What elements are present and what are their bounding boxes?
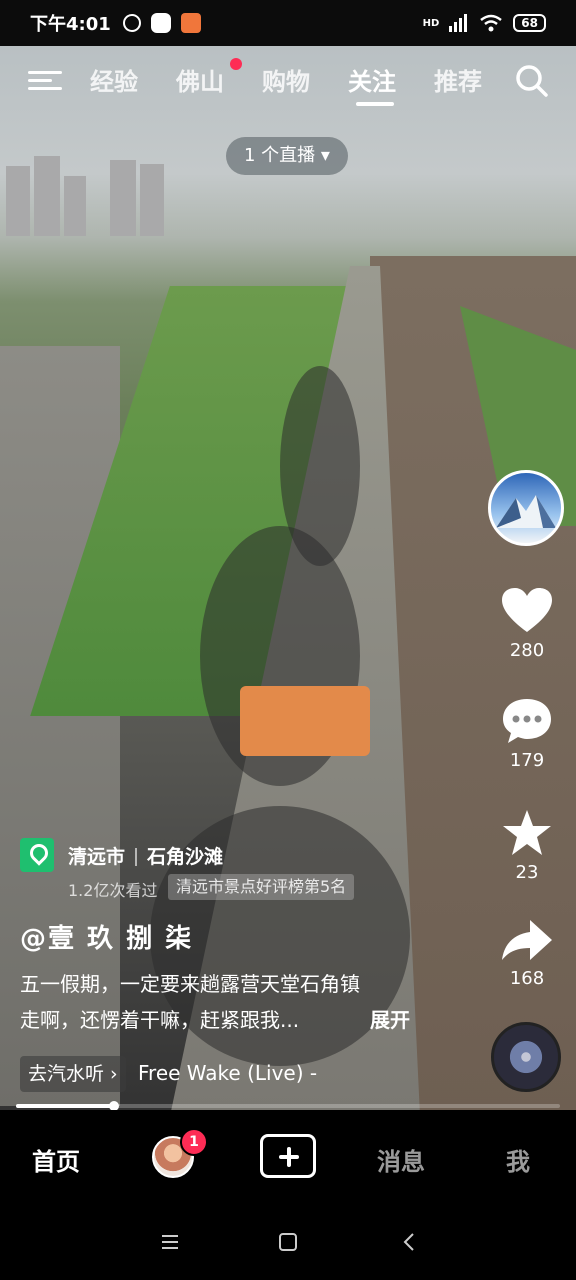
notification-badge: 1 xyxy=(180,1128,208,1156)
tab-home[interactable]: 首页 xyxy=(32,1142,80,1177)
battery-indicator: 68 xyxy=(513,14,546,32)
author-name[interactable]: @壹 玖 捌 柒 xyxy=(20,918,193,955)
tab-foshan[interactable]: 佛山 xyxy=(176,62,224,97)
orange-van xyxy=(240,686,370,756)
like-button[interactable]: 280 xyxy=(497,586,557,661)
star-icon xyxy=(503,810,551,855)
location-rank-badge[interactable]: 清远市景点好评榜第5名 xyxy=(168,874,355,900)
music-disc[interactable] xyxy=(491,1022,561,1092)
signal-icon xyxy=(449,14,468,32)
location-city: 清远市 xyxy=(68,845,126,868)
location-place: 石角沙滩 xyxy=(147,845,224,868)
share-icon xyxy=(502,920,552,960)
menu-icon[interactable] xyxy=(28,66,62,94)
tab-following[interactable]: 关注 xyxy=(348,62,396,97)
system-nav-bar xyxy=(0,1206,576,1280)
network-type: HD xyxy=(422,17,440,29)
description-line-2: 走啊，还愣着干嘛，赶紧跟我... xyxy=(20,1008,300,1032)
music-title[interactable]: Free Wake (Live) - xyxy=(138,1061,317,1085)
location-views: 1.2亿次看过 xyxy=(68,881,158,900)
mountain-avatar-image xyxy=(496,495,556,528)
city-skyline xyxy=(0,136,200,236)
comment-icon xyxy=(503,699,551,743)
top-nav: 经验 佛山 购物 关注 推荐 xyxy=(0,56,576,106)
favorite-count: 23 xyxy=(515,862,539,883)
tab-foshan-dot xyxy=(230,58,242,70)
heart-icon xyxy=(502,588,552,632)
listen-on-qishui-button[interactable]: 去汽水听 › xyxy=(20,1056,126,1092)
share-button[interactable]: 168 xyxy=(497,918,557,989)
search-icon[interactable] xyxy=(515,64,549,98)
tab-shopping[interactable]: 购物 xyxy=(262,62,310,97)
active-tab-indicator xyxy=(356,102,394,106)
status-time: 下午4:01 xyxy=(30,14,111,35)
status-bar: 下午4:01 HD 68 xyxy=(0,0,576,46)
description-line-1: 五一假期，一定要来趟露营天堂石角镇 xyxy=(20,972,360,996)
expand-button[interactable]: 展开 xyxy=(370,1004,410,1033)
location-tag[interactable]: 清远市 石角沙滩 xyxy=(20,838,223,872)
live-indicator-pill[interactable]: 1 个直播 ▾ xyxy=(226,137,348,175)
video-progress-bar[interactable] xyxy=(16,1101,560,1111)
wifi-icon xyxy=(480,14,503,32)
location-pin-icon xyxy=(20,838,54,872)
author-avatar[interactable] xyxy=(488,470,564,546)
shopping-bag-icon xyxy=(180,13,201,33)
comment-button[interactable]: 179 xyxy=(497,696,557,771)
like-count: 280 xyxy=(509,640,545,661)
favorite-button[interactable]: 23 xyxy=(497,808,557,883)
video-progress-fill xyxy=(16,1104,114,1108)
tab-recommend[interactable]: 推荐 xyxy=(434,62,482,97)
home-icon[interactable] xyxy=(276,1230,300,1254)
tab-me[interactable]: 我 xyxy=(506,1142,530,1177)
tab-experience[interactable]: 经验 xyxy=(90,62,138,97)
back-icon[interactable] xyxy=(398,1230,422,1254)
bottom-tab-bar: 首页 1 消息 我 xyxy=(0,1110,576,1206)
add-icon[interactable] xyxy=(260,1134,316,1178)
recent-apps-icon[interactable] xyxy=(158,1230,182,1254)
share-count: 168 xyxy=(509,968,545,989)
app-notification-icon xyxy=(150,13,171,33)
alarm-icon xyxy=(122,14,141,32)
comment-count: 179 xyxy=(509,750,545,771)
tab-messages[interactable]: 消息 xyxy=(377,1142,425,1177)
